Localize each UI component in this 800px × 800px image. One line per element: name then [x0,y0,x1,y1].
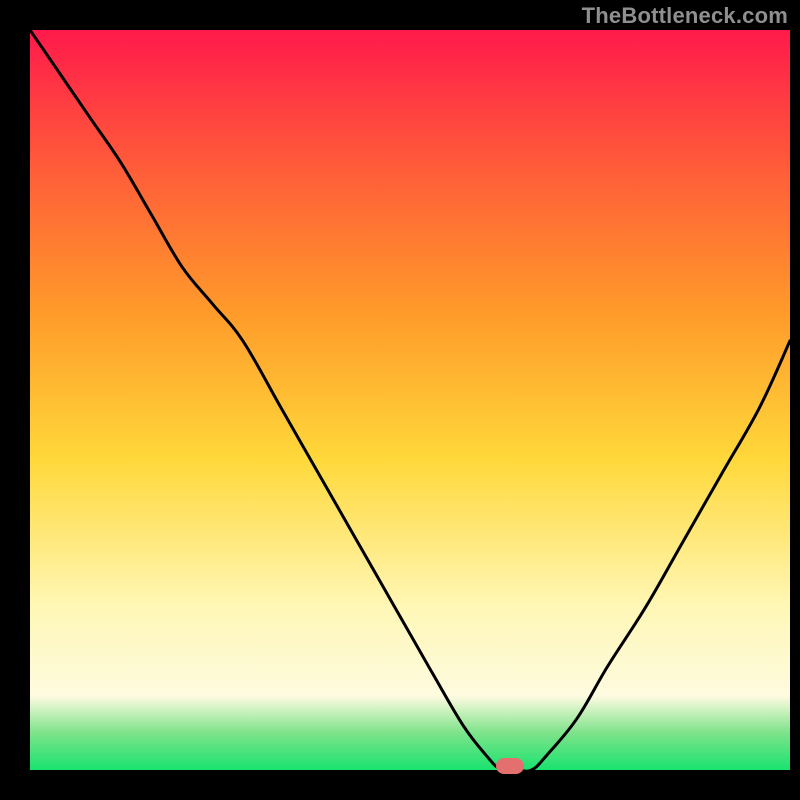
gradient-background [30,30,790,770]
chart-frame: TheBottleneck.com [0,0,800,800]
watermark-text: TheBottleneck.com [582,3,788,29]
heat-gradient-plot [0,0,800,800]
optimal-point-marker [496,758,524,774]
